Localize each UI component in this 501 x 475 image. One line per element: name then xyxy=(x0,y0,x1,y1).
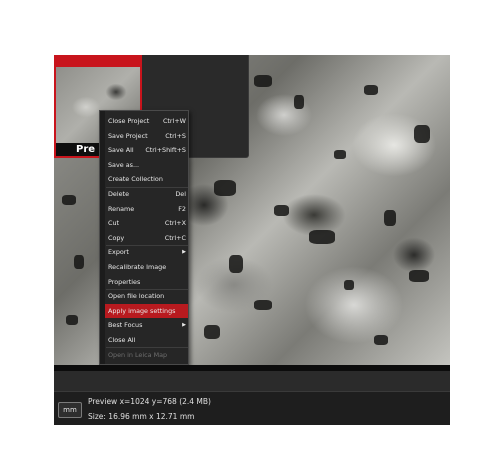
menu-item-label: Delete xyxy=(108,190,129,198)
menu-item-rename[interactable]: Rename F2 xyxy=(105,202,188,216)
image-texture xyxy=(254,75,272,87)
menu-item-shortcut: Ctrl+C xyxy=(164,233,186,242)
menu-item-label: Properties xyxy=(108,277,141,286)
menu-item-label: Rename xyxy=(108,204,135,213)
menu-item-properties[interactable]: Properties xyxy=(105,275,188,289)
image-texture xyxy=(294,95,304,109)
image-texture xyxy=(254,300,272,310)
image-texture xyxy=(214,180,236,196)
preview-info: Preview x=1024 y=768 (2.4 MB) xyxy=(88,397,211,406)
menu-item-copy[interactable]: Copy Ctrl+C xyxy=(105,231,188,245)
menu-item-close-all[interactable]: Close All xyxy=(105,333,188,347)
image-texture xyxy=(409,270,429,282)
menu-item-open-file-location[interactable]: Open file location xyxy=(105,289,188,303)
menu-item-label: Open file location xyxy=(108,292,165,301)
menu-item-label: Export xyxy=(108,248,129,257)
context-menu: Close Project Ctrl+W Save Project Ctrl+S Sav… xyxy=(99,110,189,365)
menu-item-label: Save Project xyxy=(108,131,148,140)
menu-item-shortcut: F2 xyxy=(178,204,186,213)
status-bar: mm Preview x=1024 y=768 (2.4 MB) Size: 1… xyxy=(54,392,450,425)
menu-item-label: Recalibrate Image xyxy=(108,263,167,271)
image-texture xyxy=(66,315,78,325)
application-window: Pre Close Project Ctrl+W Save Project Ctrl+… xyxy=(54,55,450,425)
menu-item-label: Open in Leica Map xyxy=(108,350,168,359)
chevron-right-icon: ▶ xyxy=(182,322,186,329)
chevron-right-icon: ▶ xyxy=(182,249,186,256)
menu-item-label: Create Collection xyxy=(108,175,163,184)
menu-item-close-project[interactable]: Close Project Ctrl+W xyxy=(105,114,188,128)
menu-item-label: Close All xyxy=(108,336,136,344)
menu-item-recalibrate-image[interactable]: Recalibrate Image xyxy=(105,260,188,274)
image-texture xyxy=(74,255,84,269)
menu-item-best-focus[interactable]: Best Focus ▶ xyxy=(105,318,188,332)
toolbar-strip xyxy=(54,371,450,392)
menu-item-shortcut: Ctrl+X xyxy=(164,219,186,228)
image-texture xyxy=(274,205,289,216)
menu-item-label: Best Focus xyxy=(108,321,143,330)
image-texture xyxy=(62,195,76,205)
image-texture xyxy=(414,125,430,143)
thumbnail-selection-bar xyxy=(56,57,140,67)
image-texture xyxy=(344,280,354,290)
menu-item-label: Copy xyxy=(108,233,125,242)
menu-item-shortcut: Ctrl+W xyxy=(162,117,186,125)
image-texture xyxy=(384,210,396,226)
image-texture xyxy=(374,335,388,345)
menu-item-shortcut: Del xyxy=(175,190,186,198)
image-texture xyxy=(229,255,243,273)
image-texture xyxy=(204,325,220,339)
unit-button[interactable]: mm xyxy=(58,402,82,418)
menu-item-open-in-leica-map: Open in Leica Map xyxy=(105,348,188,362)
menu-item-shortcut: Ctrl+S xyxy=(165,131,186,140)
image-texture xyxy=(334,150,346,159)
menu-item-create-collection[interactable]: Create Collection xyxy=(105,172,188,186)
menu-item-label: Save as... xyxy=(108,160,140,169)
menu-item-save-as[interactable]: Save as... xyxy=(105,158,188,172)
menu-item-apply-image-settings[interactable]: Apply image settings xyxy=(105,303,188,318)
menu-item-save-project[interactable]: Save Project Ctrl+S xyxy=(105,129,188,143)
menu-item-label: Close Project xyxy=(108,117,150,125)
size-info: Size: 16.96 mm x 12.71 mm xyxy=(88,412,195,421)
menu-item-export[interactable]: Export ▶ xyxy=(105,245,188,259)
image-texture xyxy=(309,230,335,244)
menu-item-save-all[interactable]: Save All Ctrl+Shift+S xyxy=(105,143,188,157)
image-texture xyxy=(364,85,378,95)
menu-item-shortcut: Ctrl+Shift+S xyxy=(145,146,186,155)
menu-item-label: Cut xyxy=(108,219,120,228)
menu-item-label: Save All xyxy=(108,146,134,155)
menu-item-label: Apply image settings xyxy=(108,306,176,315)
menu-item-cut[interactable]: Cut Ctrl+X xyxy=(105,216,188,230)
menu-item-delete[interactable]: Delete Del xyxy=(105,187,188,201)
